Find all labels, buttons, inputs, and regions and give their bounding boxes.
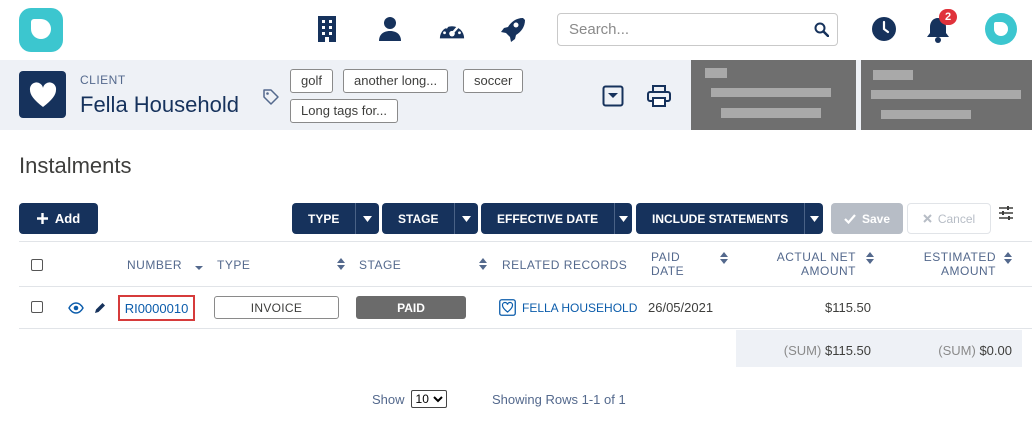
record-number-link[interactable]: RI0000010	[118, 295, 195, 321]
column-header-type[interactable]: TYPE	[217, 258, 250, 272]
table-header: NUMBER TYPE STAGE RELATED RECORDS PAID D…	[19, 241, 1032, 287]
building-icon[interactable]	[313, 14, 341, 44]
pencil-icon[interactable]	[94, 301, 106, 319]
heart-icon	[499, 299, 516, 316]
page-title: Instalments	[19, 153, 132, 178]
app-logo[interactable]	[19, 8, 63, 52]
check-icon	[844, 213, 856, 224]
sum-label: (SUM)	[938, 343, 976, 358]
printer-icon[interactable]	[646, 83, 672, 109]
show-label: Show	[372, 391, 405, 407]
chevron-down-icon[interactable]	[454, 203, 478, 234]
close-icon	[923, 214, 932, 223]
sum-label: (SUM)	[783, 343, 822, 358]
select-all-checkbox[interactable]	[31, 259, 43, 271]
tag-icon[interactable]	[262, 88, 280, 111]
filter-include-statements[interactable]: INCLUDE STATEMENTS	[636, 203, 823, 234]
object-label: CLIENT	[80, 73, 126, 87]
filter-label: INCLUDE STATEMENTS	[652, 211, 789, 226]
row-checkbox[interactable]	[31, 301, 43, 313]
tag-chip[interactable]: Long tags for...	[290, 99, 399, 123]
sort-icon[interactable]	[866, 252, 874, 264]
column-header-number[interactable]: NUMBER	[127, 258, 182, 272]
column-header-related-records[interactable]: RELATED RECORDS	[502, 258, 627, 272]
top-navigation: 2	[0, 0, 1032, 60]
blurred-panel	[861, 60, 1032, 130]
filter-effective-date[interactable]: EFFECTIVE DATE	[481, 203, 632, 234]
related-record-link[interactable]: FELLA HOUSEHOLD	[499, 299, 637, 316]
actual-net-amount-cell: $115.50	[824, 300, 871, 315]
estimated-sum: (SUM) $0.00	[896, 343, 1012, 358]
type-field[interactable]: INVOICE	[214, 296, 339, 319]
column-settings-icon[interactable]	[998, 206, 1014, 225]
related-record-label: FELLA HOUSEHOLD	[522, 300, 638, 315]
save-button[interactable]: Save	[831, 203, 903, 234]
eye-icon[interactable]	[68, 301, 84, 319]
person-icon[interactable]	[376, 14, 404, 44]
filter-stage[interactable]: STAGE	[382, 203, 478, 234]
page-size-select[interactable]: 10	[410, 390, 447, 408]
column-header-line: ACTUAL NET	[776, 250, 856, 264]
column-header-paid-date[interactable]: PAID DATE	[651, 250, 684, 278]
column-header-line: ESTIMATED	[923, 250, 996, 264]
filter-label: STAGE	[398, 211, 439, 226]
column-header-line: AMOUNT	[801, 264, 856, 278]
record-title: Fella Household	[80, 92, 239, 117]
search-icon[interactable]	[814, 22, 830, 42]
column-header-line: DATE	[651, 264, 685, 278]
cancel-button[interactable]: Cancel	[907, 203, 991, 234]
record-header: CLIENT Fella Household golf another long…	[0, 60, 1032, 130]
table-row: RI0000010 INVOICE PAID FELLA HOUSEHOLD 2…	[19, 287, 1032, 329]
clock-icon[interactable]	[870, 14, 898, 44]
add-button[interactable]: Add	[19, 203, 98, 234]
column-header-stage[interactable]: STAGE	[359, 258, 401, 272]
sort-icon[interactable]	[337, 258, 345, 270]
rows-info: Showing Rows 1-1 of 1	[492, 392, 626, 407]
sum-value: $0.00	[979, 343, 1012, 358]
chevron-down-icon[interactable]	[614, 203, 632, 234]
actual-sum: (SUM) $115.50	[756, 343, 871, 358]
sort-icon[interactable]	[720, 252, 728, 264]
sum-value: $115.50	[824, 343, 871, 358]
save-button-label: Save	[861, 211, 891, 226]
filter-type[interactable]: TYPE	[292, 203, 379, 234]
stage-badge: PAID	[356, 296, 466, 319]
notification-badge: 2	[939, 9, 957, 25]
user-avatar[interactable]	[985, 13, 1017, 45]
chevron-down-icon[interactable]	[804, 203, 823, 234]
paid-date-cell: 26/05/2021	[648, 300, 714, 315]
heart-icon	[19, 71, 66, 118]
rocket-icon[interactable]	[498, 14, 526, 44]
filter-label: EFFECTIVE DATE	[497, 211, 599, 226]
dashboard-icon[interactable]	[438, 14, 466, 44]
page-size-control: Show 10	[372, 390, 447, 408]
tag-chip[interactable]: golf	[290, 69, 333, 93]
tag-chip[interactable]: another long...	[343, 69, 449, 93]
add-button-label: Add	[54, 211, 81, 226]
column-header-line: PAID	[651, 250, 681, 264]
sort-icon[interactable]	[479, 258, 487, 270]
tag-chip[interactable]: soccer	[463, 69, 524, 93]
column-header-actual-net-amount[interactable]: ACTUAL NET AMOUNT	[776, 250, 856, 278]
dropdown-menu-icon[interactable]	[600, 83, 626, 109]
column-header-line: AMOUNT	[941, 264, 996, 278]
blurred-panel	[691, 60, 856, 130]
sort-icon[interactable]	[1004, 252, 1012, 264]
filter-label: TYPE	[308, 211, 340, 226]
chevron-down-icon[interactable]	[355, 203, 379, 234]
column-header-estimated-amount[interactable]: ESTIMATED AMOUNT	[916, 250, 996, 278]
plus-icon	[36, 213, 48, 224]
cancel-button-label: Cancel	[937, 211, 976, 226]
sort-desc-icon[interactable]	[195, 261, 203, 270]
summary-row: (SUM) $115.50 (SUM) $0.00	[736, 330, 1022, 367]
search-box[interactable]	[557, 13, 838, 46]
search-input[interactable]	[558, 14, 798, 45]
